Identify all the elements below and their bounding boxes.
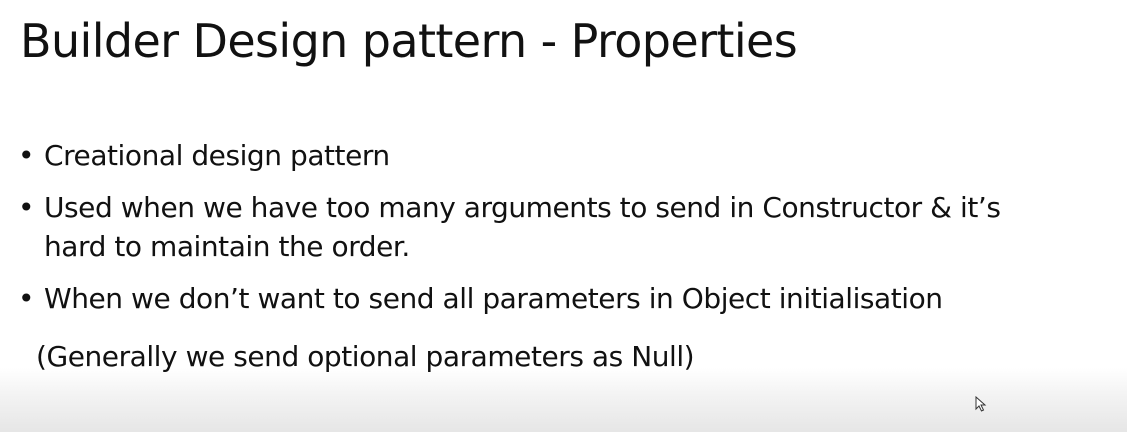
mouse-pointer-icon — [975, 396, 987, 412]
bullet-line: When we don’t want to send all parameter… — [44, 282, 943, 315]
slide-title: Builder Design pattern - Properties — [20, 14, 798, 68]
bullet-line: Creational design pattern — [44, 139, 390, 172]
bullet-line: hard to maintain the order. — [44, 230, 410, 263]
bullet-list: • Creational design pattern • Used when … — [18, 136, 1118, 331]
bullet-text: When we don’t want to send all parameter… — [44, 279, 1118, 318]
presentation-slide: Builder Design pattern - Properties • Cr… — [0, 0, 1127, 432]
bullet-text: Creational design pattern — [44, 136, 1118, 175]
bullet-dot-icon: • — [18, 282, 35, 315]
bullet-item: • Creational design pattern — [18, 136, 1118, 175]
bullet-dot-icon: • — [18, 191, 35, 224]
bullet-dot-icon: • — [18, 139, 35, 172]
bullet-line: Used when we have too many arguments to … — [44, 191, 1001, 224]
bullet-text: Used when we have too many arguments to … — [44, 188, 1118, 266]
parenthetical-note: (Generally we send optional parameters a… — [36, 340, 695, 373]
bullet-item: • When we don’t want to send all paramet… — [18, 279, 1118, 318]
bullet-item: • Used when we have too many arguments t… — [18, 188, 1118, 266]
